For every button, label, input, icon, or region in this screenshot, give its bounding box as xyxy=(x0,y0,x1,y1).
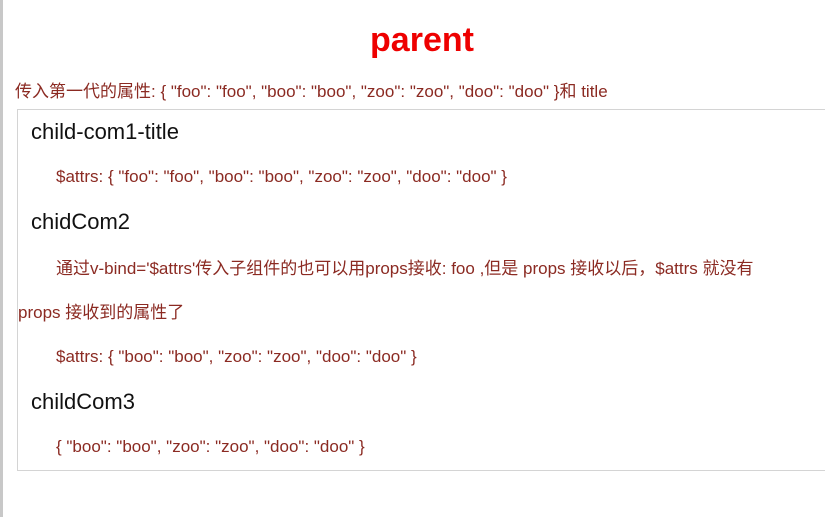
page: parent 传入第一代的属性: { "foo": "foo", "boo": … xyxy=(0,0,825,517)
child-com2-note-line2: props 接收到的属性了 xyxy=(18,303,185,322)
child-com1-container: child-com1-title $attrs: { "foo": "foo",… xyxy=(17,109,825,471)
page-title: parent xyxy=(370,21,474,59)
parent-attrs-text: 传入第一代的属性: { "foo": "foo", "boo": "boo", … xyxy=(15,82,608,101)
child-com1-heading: child-com1-title xyxy=(31,119,179,144)
child-com2-heading: chidCom2 xyxy=(31,209,131,234)
child-com1-attrs-text: $attrs: { "foo": "foo", "boo": "boo", "z… xyxy=(56,167,507,186)
child-com2-note-line1: 通过v-bind='$attrs'传入子组件的也可以用props接收: foo … xyxy=(56,259,754,278)
child-com3-attrs-text: { "boo": "boo", "zoo": "zoo", "doo": "do… xyxy=(56,437,365,456)
child-com2-attrs-text: $attrs: { "boo": "boo", "zoo": "zoo", "d… xyxy=(56,347,417,366)
child-com3-heading: childCom3 xyxy=(31,389,135,414)
